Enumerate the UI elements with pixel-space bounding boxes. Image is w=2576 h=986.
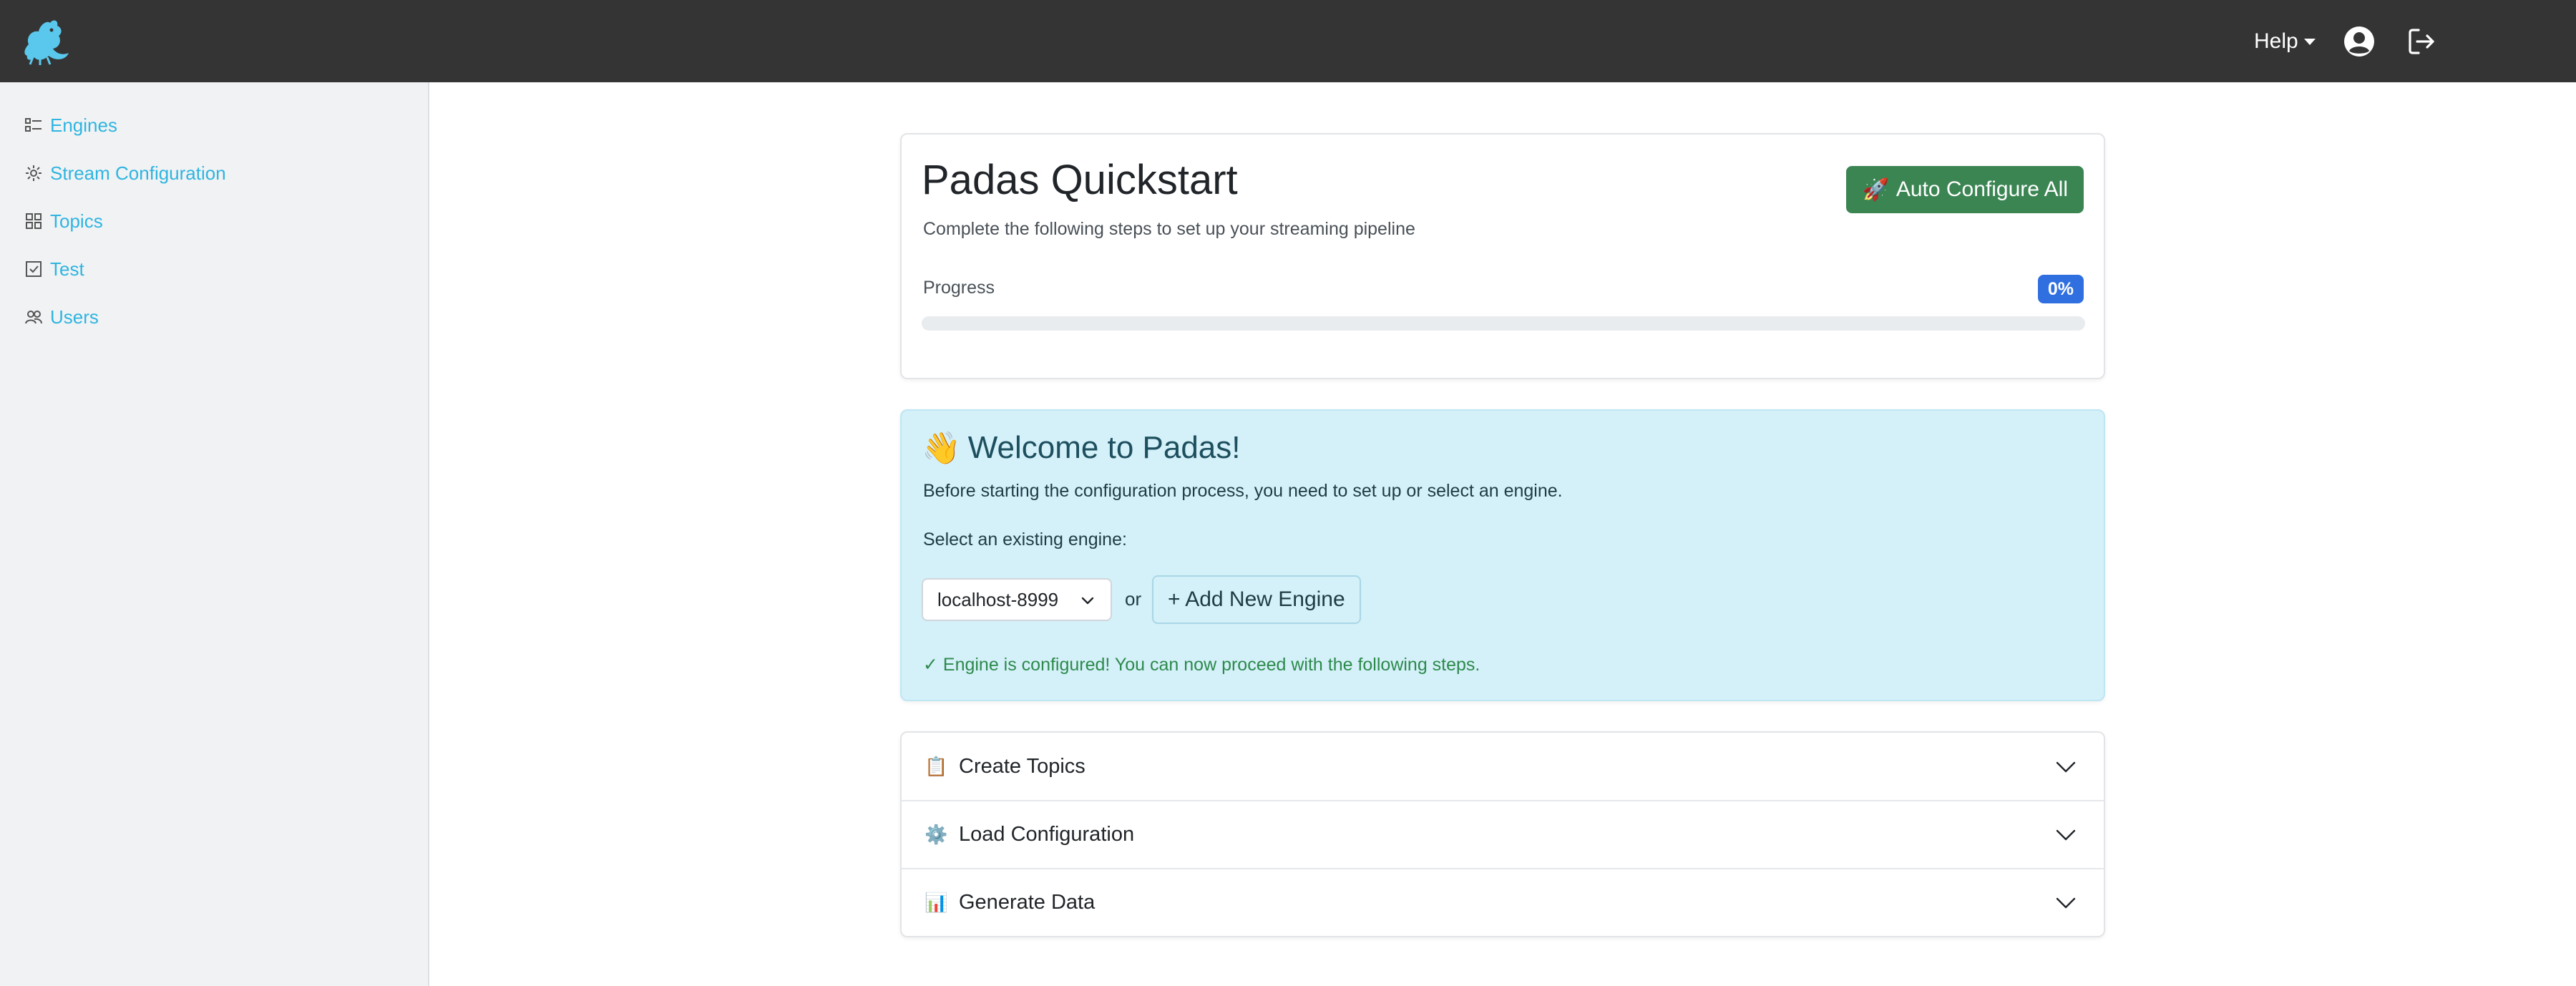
accordion-item-label: Load Configuration [959,822,1135,846]
add-new-engine-button[interactable]: + Add New Engine [1152,575,1361,624]
engine-configured-message: ✓ Engine is configured! You can now proc… [923,655,1480,675]
auto-configure-all-button[interactable]: 🚀 Auto Configure All [1846,166,2084,213]
progress-label: Progress [923,278,995,298]
users-icon [25,311,42,324]
sidebar-item-label: Topics [50,210,103,232]
sidebar-item-topics[interactable]: Topics [24,207,103,235]
help-dropdown[interactable]: Help [2254,27,2316,56]
quickstart-card: Padas Quickstart Complete the following … [900,133,2105,379]
sidebar-item-label: Engines [50,114,117,136]
logout-icon[interactable] [2406,26,2437,57]
welcome-alert: 👋 Welcome to Padas! Before starting the … [900,409,2105,701]
chevron-down-icon [2056,897,2076,909]
chevron-down-icon [2056,829,2076,841]
gear-icon [26,165,42,181]
sidebar-item-label: Stream Configuration [50,162,226,184]
engine-select-value: localhost-8999 [937,588,1059,610]
help-label: Help [2254,29,2298,53]
sidebar-item-label: Users [50,306,99,328]
page-subtitle: Complete the following steps to set up y… [923,219,1415,239]
or-text: or [1125,588,1142,610]
engine-select-label: Select an existing engine: [923,529,1127,550]
clipboard-icon: 📋 [924,755,948,777]
accordion-item-label: Generate Data [959,890,1096,914]
list-check-icon [25,118,42,132]
accordion-item-load-configuration[interactable]: ⚙️ Load Configuration [902,800,2104,867]
sidebar-item-stream-configuration[interactable]: Stream Configuration [24,159,226,187]
progress-badge: 0% [2037,275,2084,303]
grid-icon [26,213,42,229]
dragon-logo-icon[interactable] [19,16,74,66]
sidebar-item-label: Test [50,258,84,280]
welcome-title: 👋 Welcome to Padas! [922,429,1241,467]
sidebar: Engines Stream Configuration Topics Test… [0,82,429,986]
accordion-item-label: Create Topics [959,754,1085,778]
chevron-down-icon [1081,597,1094,605]
user-circle-icon[interactable] [2343,25,2376,58]
accordion-item-create-topics[interactable]: 📋 Create Topics [902,733,2104,800]
steps-accordion: 📋 Create Topics ⚙️ Load Configuration 📊 … [900,731,2105,937]
sidebar-item-users[interactable]: Users [24,303,99,331]
rocket-icon: 🚀 [1862,177,1889,202]
page-title: Padas Quickstart [922,157,1238,203]
accordion-item-generate-data[interactable]: 📊 Generate Data [902,868,2104,935]
welcome-title-text: Welcome to Padas! [967,430,1241,465]
top-navbar: Help [0,0,2576,82]
auto-configure-label: Auto Configure All [1896,177,2068,201]
engine-select[interactable]: localhost-8999 [922,578,1112,621]
gear-icon: ⚙️ [924,823,948,845]
sidebar-item-engines[interactable]: Engines [24,111,117,140]
progress-bar [922,316,2085,331]
checkbox-icon [26,261,42,277]
bar-chart-icon: 📊 [924,891,948,913]
chevron-down-icon [2056,761,2076,773]
sidebar-item-test[interactable]: Test [24,255,84,283]
waving-hand-icon: 👋 [922,431,961,466]
caret-down-icon [2303,38,2316,45]
welcome-text: Before starting the configuration proces… [923,481,1563,501]
